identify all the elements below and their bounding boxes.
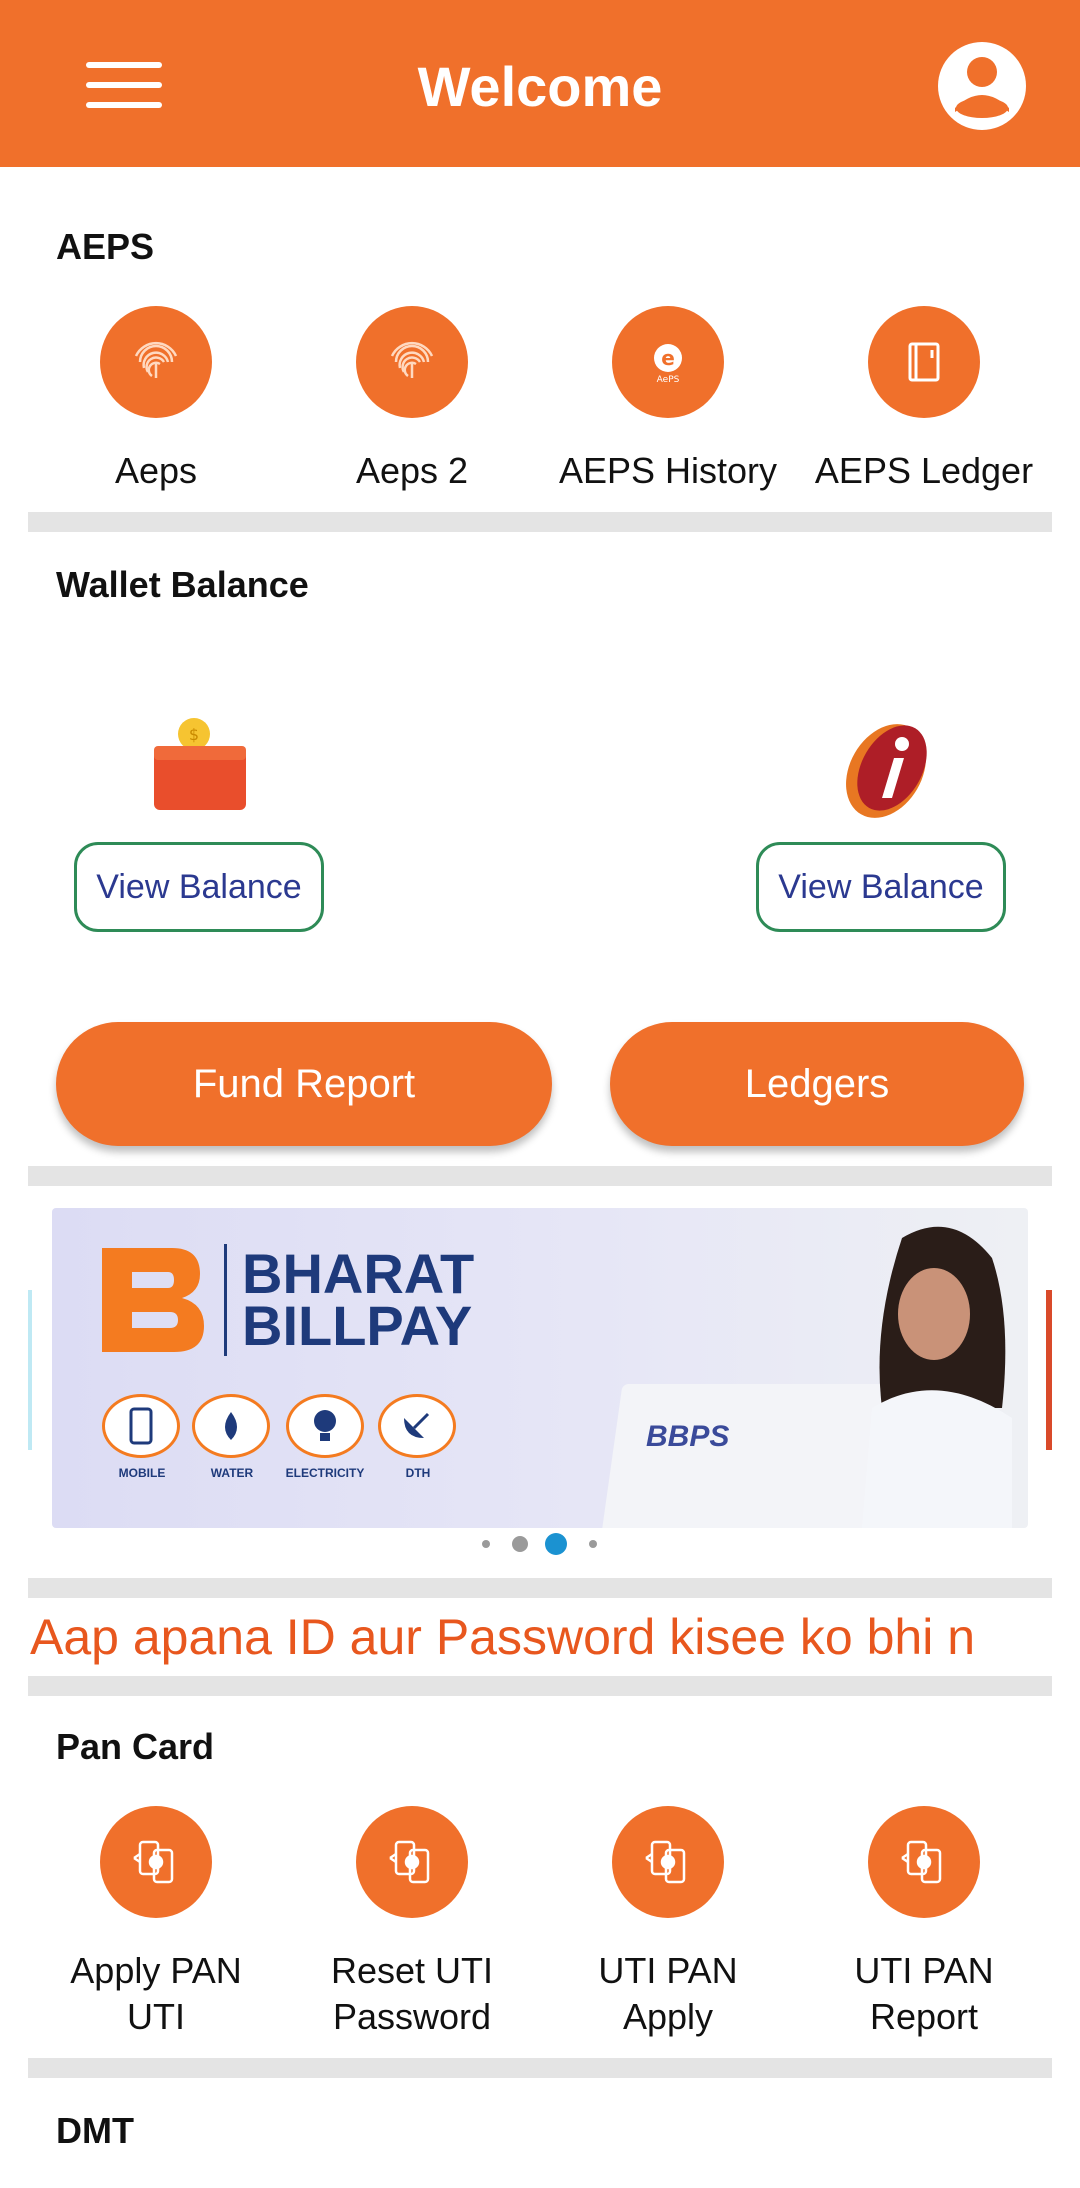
ledgers-button[interactable]: Ledgers	[610, 1022, 1024, 1146]
view-balance-button-icici[interactable]: View Balance	[756, 842, 1006, 932]
bulb-icon	[286, 1394, 364, 1458]
woman-photo	[862, 1218, 1012, 1528]
aeps-history-label: AEPS History	[558, 450, 778, 491]
wallet-icon: $	[150, 716, 250, 816]
banner-brand-line1: BHARAT	[242, 1242, 475, 1305]
logo-separator	[224, 1244, 227, 1356]
label-line1: Apply PAN	[70, 1950, 242, 1991]
label-line1: Reset UTI	[330, 1950, 494, 1991]
phone-transfer-icon	[100, 1806, 212, 1918]
apply-pan-uti-button[interactable]: Apply PAN UTI	[28, 1806, 284, 2040]
svg-text:e: e	[661, 346, 675, 370]
carousel-dot-active[interactable]	[545, 1533, 567, 1555]
phone-transfer-icon	[356, 1806, 468, 1918]
aeps-2-label: Aeps 2	[355, 450, 469, 491]
banner-brand-line2: BILLPAY	[242, 1294, 473, 1357]
aeps-section-title: AEPS	[56, 226, 155, 267]
divider	[28, 512, 1052, 532]
aeps-history-button[interactable]: e AePS AEPS History	[540, 306, 796, 494]
uti-pan-report-button[interactable]: UTI PAN Report	[796, 1806, 1052, 2040]
banner-brand: BHARAT BILLPAY	[242, 1242, 475, 1357]
aeps-logo-icon: e AePS	[612, 306, 724, 418]
view-balance-button-main[interactable]: View Balance	[74, 842, 324, 932]
service-dth: DTH	[378, 1394, 458, 1480]
label-line1: UTI PAN	[854, 1950, 994, 1991]
label-line1: UTI PAN	[598, 1950, 738, 1991]
fund-report-button[interactable]: Fund Report	[56, 1022, 552, 1146]
carousel-next-peek	[1046, 1290, 1052, 1450]
satellite-dish-icon	[378, 1394, 456, 1458]
divider	[28, 1676, 1052, 1696]
dmt-section-title: DMT	[56, 2110, 134, 2151]
bharat-billpay-banner[interactable]: BHARAT BILLPAY MOBILE WATER ELECTRICITY …	[52, 1208, 1028, 1528]
service-label: WATER	[210, 1466, 254, 1480]
label-line2: Report	[869, 1996, 979, 2037]
svg-text:AePS: AePS	[657, 375, 680, 385]
carousel-dot[interactable]	[589, 1540, 597, 1548]
aeps-button[interactable]: Aeps	[28, 306, 284, 494]
app-header: Welcome	[0, 0, 1080, 167]
phone-transfer-icon	[868, 1806, 980, 1918]
water-tap-icon	[192, 1394, 270, 1458]
icici-logo-icon	[834, 716, 934, 826]
uti-pan-report-label: UTI PAN Report	[796, 1948, 1052, 2040]
label-line2: Apply	[622, 1996, 714, 2037]
service-label: MOBILE	[118, 1466, 166, 1480]
aeps-label: Aeps	[114, 450, 198, 491]
aeps-ledger-label: AEPS Ledger	[814, 450, 1034, 491]
service-label: ELECTRICITY	[285, 1466, 365, 1480]
laptop-bbps-text: BBPS	[646, 1420, 730, 1453]
fingerprint-icon	[100, 306, 212, 418]
service-mobile: MOBILE	[102, 1394, 182, 1480]
svg-text:$: $	[189, 725, 199, 744]
mobile-icon	[102, 1394, 180, 1458]
divider	[28, 2058, 1052, 2078]
carousel-dot[interactable]	[482, 1540, 490, 1548]
aeps-2-button[interactable]: Aeps 2	[284, 306, 540, 494]
profile-icon[interactable]	[938, 42, 1026, 130]
reset-uti-password-label: Reset UTI Password	[284, 1948, 540, 2040]
pan-section-title: Pan Card	[56, 1726, 215, 1767]
bbps-logo-icon	[102, 1248, 206, 1352]
wallet-section-title: Wallet Balance	[56, 564, 309, 605]
reset-uti-password-button[interactable]: Reset UTI Password	[284, 1806, 540, 2040]
uti-pan-apply-label: UTI PAN Apply	[540, 1948, 796, 2040]
fingerprint-icon	[356, 306, 468, 418]
aeps-ledger-button[interactable]: AEPS Ledger	[796, 306, 1052, 494]
notice-marquee: Aap apana ID aur Password kisee ko bhi n	[30, 1609, 975, 1665]
service-label: DTH	[405, 1466, 431, 1480]
carousel-dot[interactable]	[512, 1536, 528, 1552]
uti-pan-apply-button[interactable]: UTI PAN Apply	[540, 1806, 796, 2040]
divider	[28, 1578, 1052, 1598]
carousel-prev-peek	[28, 1290, 32, 1450]
page-title: Welcome	[417, 55, 663, 118]
label-line2: Password	[332, 1996, 492, 2037]
apply-pan-uti-label: Apply PAN UTI	[28, 1948, 284, 2040]
service-water: WATER	[192, 1394, 272, 1480]
label-line2: UTI	[127, 1996, 185, 2037]
phone-transfer-icon	[612, 1806, 724, 1918]
service-electricity: ELECTRICITY	[280, 1394, 370, 1480]
divider	[28, 1166, 1052, 1186]
ledger-book-icon	[868, 306, 980, 418]
